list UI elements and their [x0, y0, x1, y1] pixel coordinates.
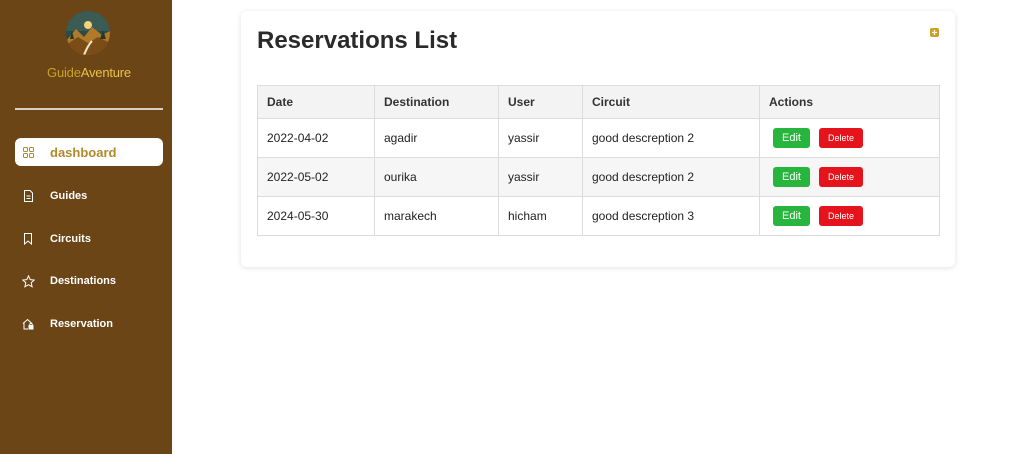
sidebar-item-label: Reservation	[50, 318, 113, 330]
table-row: 2022-05-02 ourika yassir good descreptio…	[257, 157, 940, 197]
cell-date: 2022-04-02	[257, 118, 375, 158]
cell-user: yassir	[498, 157, 583, 197]
sidebar-item-circuits[interactable]: Circuits	[15, 225, 163, 253]
sidebar-item-destinations[interactable]: Destinations	[15, 267, 163, 295]
delete-button[interactable]: Delete	[818, 167, 863, 187]
add-reservation-button[interactable]	[930, 28, 939, 37]
logo[interactable]	[66, 11, 110, 55]
grid-icon	[21, 145, 35, 159]
sidebar-item-dashboard[interactable]: dashboard	[15, 138, 163, 166]
star-icon	[21, 274, 35, 288]
cell-destination: ourika	[374, 157, 499, 197]
edit-button[interactable]: Edit	[773, 128, 810, 148]
table-header-row: Date Destination User Circuit Actions	[257, 85, 940, 119]
cell-date: 2024-05-30	[257, 196, 375, 236]
delete-button[interactable]: Delete	[818, 206, 863, 226]
sidebar-item-guides[interactable]: Guides	[15, 182, 163, 210]
cell-circuit: good descreption 2	[582, 118, 760, 158]
reservations-card: Reservations List Date Destination User …	[241, 11, 955, 267]
brand-name: GuideAventure	[0, 65, 178, 80]
page-title: Reservations List	[257, 27, 458, 54]
cell-user: yassir	[498, 118, 583, 158]
document-icon	[21, 189, 35, 203]
edit-button[interactable]: Edit	[773, 167, 810, 187]
sidebar-divider	[15, 108, 163, 110]
cell-actions: Edit Delete	[759, 118, 940, 158]
sidebar-item-label: Destinations	[50, 275, 117, 287]
sidebar: GuideAventure dashboard Guides Circuits …	[0, 0, 172, 454]
sidebar-item-reservation[interactable]: Reservation	[15, 310, 163, 338]
cell-destination: agadir	[374, 118, 499, 158]
cell-actions: Edit Delete	[759, 157, 940, 197]
brand-part-1: Guide	[47, 65, 81, 80]
plus-icon	[932, 30, 937, 35]
table-row: 2024-05-30 marakech hicham good descrept…	[257, 196, 940, 236]
app: GuideAventure dashboard Guides Circuits …	[0, 0, 1024, 454]
cell-circuit: good descreption 2	[582, 157, 760, 197]
bookmark-icon	[21, 232, 35, 246]
header-user: User	[498, 85, 583, 119]
header-destination: Destination	[374, 85, 499, 119]
sidebar-item-label: Circuits	[50, 233, 91, 245]
cell-actions: Edit Delete	[759, 196, 940, 236]
delete-button[interactable]: Delete	[818, 128, 863, 148]
sidebar-item-label: dashboard	[50, 144, 117, 160]
reservations-table: Date Destination User Circuit Actions 20…	[257, 85, 940, 236]
sidebar-item-label: Guides	[50, 190, 88, 202]
table-row: 2022-04-02 agadir yassir good descreptio…	[257, 118, 940, 158]
header-actions: Actions	[759, 85, 940, 119]
cell-destination: marakech	[374, 196, 499, 236]
edit-button[interactable]: Edit	[773, 206, 810, 226]
cell-date: 2022-05-02	[257, 157, 375, 197]
home-lock-icon	[21, 317, 35, 331]
header-circuit: Circuit	[582, 85, 760, 119]
cell-user: hicham	[498, 196, 583, 236]
cell-circuit: good descreption 3	[582, 196, 760, 236]
brand-part-2: Aventure	[80, 65, 131, 80]
header-date: Date	[257, 85, 375, 119]
